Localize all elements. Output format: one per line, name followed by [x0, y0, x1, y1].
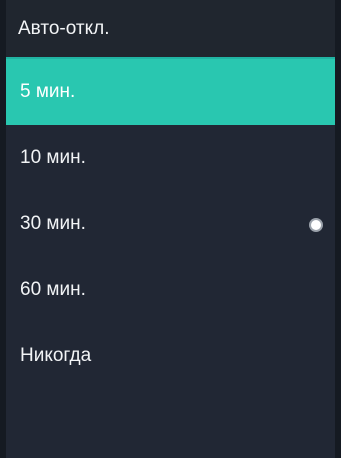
menu-header: Авто-откл. — [6, 0, 335, 57]
auto-off-menu: Авто-откл. 5 мин. 10 мин. 30 мин. 60 мин… — [0, 0, 341, 458]
option-5-min[interactable]: 5 мин. — [6, 59, 335, 125]
option-label: Никогда — [20, 345, 92, 366]
menu-title: Авто-откл. — [18, 17, 110, 39]
option-label: 30 мин. — [20, 213, 86, 234]
scroll-position-dot-icon — [311, 220, 321, 230]
option-label: 5 мин. — [20, 81, 76, 102]
option-never[interactable]: Никогда — [6, 323, 335, 389]
option-10-min[interactable]: 10 мин. — [6, 125, 335, 191]
option-60-min[interactable]: 60 мин. — [6, 257, 335, 323]
options-list: 5 мин. 10 мин. 30 мин. 60 мин. Никогда — [6, 59, 335, 389]
option-label: 60 мин. — [20, 279, 86, 300]
option-label: 10 мин. — [20, 147, 86, 168]
option-30-min[interactable]: 30 мин. — [6, 191, 335, 257]
